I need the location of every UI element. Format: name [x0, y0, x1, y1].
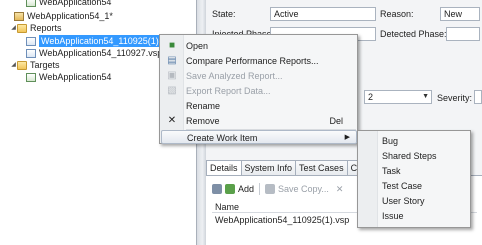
- tree-item-reports-folder[interactable]: ◢ Reports: [10, 22, 62, 34]
- tree-item-label: WebApplication54_110927.vsp: [39, 48, 163, 58]
- context-menu: ■ Open ▤ Compare Performance Reports... …: [159, 34, 358, 144]
- shortcut-label: Del: [329, 116, 343, 126]
- tab-system-info[interactable]: System Info: [240, 160, 297, 176]
- state-dropdown[interactable]: Active: [270, 7, 376, 21]
- detected-phase-dropdown[interactable]: [446, 27, 480, 41]
- reason-dropdown[interactable]: New: [440, 7, 480, 21]
- menu-item-label: Rename: [186, 101, 221, 111]
- tab-strip: Details System Info Test Cases Caus: [206, 160, 376, 176]
- state-label: State:: [212, 9, 236, 19]
- tree-item-report[interactable]: WebApplication54_110927.vsp: [26, 47, 162, 59]
- add-icon: [225, 184, 235, 194]
- submenu-item-task[interactable]: Task: [382, 164, 401, 178]
- menu-item-label: Export Report Data...: [186, 86, 271, 96]
- project-icon: [26, 0, 36, 7]
- tab-details[interactable]: Details: [206, 160, 242, 176]
- tree-item-targets-folder[interactable]: ◢ Targets: [10, 59, 60, 71]
- tree-item-label: WebApplication54_110925(1).: [39, 35, 164, 47]
- priority-value: 2: [368, 92, 374, 102]
- report-file-icon: [26, 36, 36, 46]
- tree-item-label: Reports: [30, 23, 62, 33]
- delete-icon[interactable]: ✕: [336, 184, 344, 195]
- collapse-icon[interactable]: ◢: [10, 59, 17, 71]
- attachments-toolbar: Add Save Copy... ✕: [212, 182, 343, 196]
- folder-icon: [17, 60, 27, 70]
- menu-icon-gutter: [358, 131, 378, 227]
- tree-item-target[interactable]: WebApplication54: [26, 71, 111, 83]
- menu-item-export[interactable]: ▧ Export Report Data...: [161, 84, 357, 98]
- submenu-item-shared-steps[interactable]: Shared Steps: [382, 149, 437, 163]
- severity-label: Severity:: [437, 93, 473, 103]
- collapse-icon[interactable]: ◢: [10, 22, 17, 34]
- save-icon: ▣: [167, 70, 177, 81]
- toolbar-divider: [259, 183, 261, 195]
- tree-item-label: WebApplication54_1*: [27, 11, 113, 21]
- severity-dropdown[interactable]: [474, 90, 482, 104]
- folder-icon: [17, 23, 27, 33]
- attach-icon: [212, 184, 222, 194]
- tree-item-report-selected[interactable]: WebApplication54_110925(1).: [26, 35, 164, 47]
- tree-item-project-top[interactable]: WebApplication54: [26, 0, 111, 8]
- chevron-down-icon: ▼: [422, 93, 429, 100]
- reason-label: Reason:: [380, 9, 414, 19]
- save-copy-icon: [265, 184, 276, 194]
- tree-item-solution[interactable]: WebApplication54_1*: [0, 10, 113, 22]
- submenu-arrow-icon: ▶: [344, 134, 350, 141]
- priority-dropdown[interactable]: 2 ▼: [364, 90, 432, 104]
- create-work-item-submenu: Bug Shared Steps Task Test Case User Sto…: [357, 130, 471, 228]
- menu-item-label: Open: [186, 41, 209, 51]
- tree-item-label: WebApplication54: [39, 72, 112, 82]
- report-file-icon: [26, 48, 36, 58]
- state-value: Active: [274, 9, 299, 19]
- menu-item-open[interactable]: ■ Open: [161, 39, 357, 53]
- submenu-item-issue[interactable]: Issue: [382, 209, 404, 223]
- add-button[interactable]: Add: [238, 184, 254, 194]
- save-copy-button[interactable]: Save Copy...: [278, 184, 329, 194]
- menu-item-label: Save Analyzed Report...: [186, 71, 283, 81]
- reason-value: New: [444, 9, 463, 19]
- solution-icon: [14, 11, 24, 21]
- submenu-item-user-story[interactable]: User Story: [382, 194, 425, 208]
- target-icon: [26, 72, 36, 82]
- menu-item-compare[interactable]: ▤ Compare Performance Reports...: [161, 54, 357, 68]
- menu-item-label: Remove: [186, 116, 220, 126]
- submenu-item-bug[interactable]: Bug: [382, 134, 398, 148]
- menu-item-label: Create Work Item: [187, 133, 258, 143]
- menu-item-label: Compare Performance Reports...: [186, 56, 319, 66]
- menu-item-remove[interactable]: ✕ Remove Del: [161, 114, 357, 128]
- menu-item-create-work-item[interactable]: Create Work Item ▶: [161, 130, 357, 144]
- menu-item-rename[interactable]: Rename: [161, 99, 357, 113]
- open-icon: ■: [168, 40, 176, 51]
- menu-item-save-analyzed[interactable]: ▣ Save Analyzed Report...: [161, 69, 357, 83]
- compare-icon: ▤: [167, 55, 177, 66]
- tree-item-label: WebApplication54: [39, 0, 112, 7]
- export-icon: ▧: [167, 85, 177, 96]
- detected-phase-label: Detected Phase:: [380, 29, 447, 39]
- remove-icon: ✕: [167, 115, 177, 126]
- tab-test-cases[interactable]: Test Cases: [295, 160, 348, 176]
- submenu-item-test-case[interactable]: Test Case: [382, 179, 422, 193]
- tree-item-label: Targets: [30, 60, 60, 70]
